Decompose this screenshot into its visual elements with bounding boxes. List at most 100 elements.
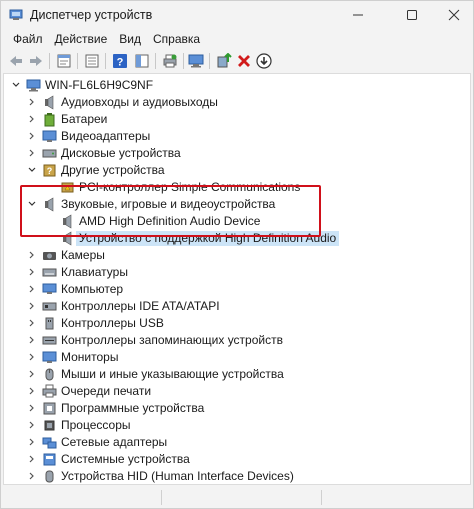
menu-file[interactable]: Файл (7, 32, 49, 46)
toolbar: ? (1, 49, 473, 73)
chevron-right-icon[interactable] (26, 385, 38, 397)
print-icon (163, 54, 177, 68)
menu-action[interactable]: Действие (49, 32, 114, 46)
toolbar-separator (209, 53, 210, 69)
minimize-button[interactable] (335, 1, 381, 29)
properties-button[interactable] (55, 52, 73, 70)
processor-icon (42, 418, 57, 433)
chevron-right-icon[interactable] (26, 130, 38, 142)
tree-item-label: PCI-контроллер Simple Communications (79, 180, 301, 194)
update-driver-button[interactable] (215, 52, 233, 70)
device-tree[interactable]: WIN-FL6L6H9C9NF Аудиовходы и аудиовыходы… (3, 73, 471, 485)
tree-item-audio-io[interactable]: Аудиовходы и аудиовыходы (4, 94, 470, 111)
toolbar-separator (49, 53, 50, 69)
tree-item-label: Контроллеры IDE ATA/ATAPI (61, 299, 220, 313)
tree-item-monitors[interactable]: Мониторы (4, 349, 470, 366)
chevron-right-icon[interactable] (26, 249, 38, 261)
tree-item-usb-controllers[interactable]: Контроллеры USB (4, 315, 470, 332)
chevron-right-icon[interactable] (26, 402, 38, 414)
tree-item-label: Контроллеры USB (61, 316, 164, 330)
tree-item-hd-audio[interactable]: Устройство с поддержкой High Definition … (4, 230, 470, 247)
tree-item-label: Мыши и иные указывающие устройства (61, 367, 284, 381)
tree-item-label: Устройство с поддержкой High Definition … (76, 231, 340, 246)
tree-item-sound-video-game[interactable]: Звуковые, игровые и видеоустройства (4, 196, 470, 213)
chevron-down-icon[interactable] (10, 79, 22, 91)
chevron-down-icon[interactable] (26, 198, 38, 210)
tree-item-hid[interactable]: Устройства HID (Human Interface Devices) (4, 468, 470, 484)
tree-item-system-devices[interactable]: Системные устройства (4, 451, 470, 468)
software-device-icon (42, 401, 57, 416)
menu-help[interactable]: Справка (147, 32, 206, 46)
computer-icon (26, 78, 41, 93)
close-button[interactable] (431, 1, 474, 29)
svg-text:?: ? (47, 166, 53, 176)
tree-item-print-queues[interactable]: Очереди печати (4, 383, 470, 400)
tree-item-network-adapters[interactable]: Сетевые адаптеры (4, 434, 470, 451)
chevron-right-icon[interactable] (26, 113, 38, 125)
chevron-right-icon[interactable] (26, 96, 38, 108)
tree-item-pci-controller[interactable]: PCI-контроллер Simple Communications (4, 179, 470, 196)
tree-item-label: Контроллеры запоминающих устройств (61, 333, 283, 347)
tree-root[interactable]: WIN-FL6L6H9C9NF (4, 77, 470, 94)
tree-item-display-adapters[interactable]: Видеоадаптеры (4, 128, 470, 145)
chevron-right-icon[interactable] (26, 147, 38, 159)
close-icon (448, 9, 460, 21)
scan-hardware-button[interactable] (187, 52, 205, 70)
tree-item-label: Аудиовходы и аудиовыходы (61, 95, 218, 109)
other-devices-icon: ? (42, 163, 57, 178)
system-device-icon (42, 452, 57, 467)
chevron-down-icon[interactable] (26, 164, 38, 176)
tree-item-computer[interactable]: Компьютер (4, 281, 470, 298)
console-button[interactable] (83, 52, 101, 70)
chevron-right-icon[interactable] (26, 453, 38, 465)
menu-bar: Файл Действие Вид Справка (1, 29, 473, 49)
title-bar[interactable]: Диспетчер устройств (1, 1, 473, 29)
toggle-pane-button[interactable] (133, 52, 151, 70)
chevron-right-icon[interactable] (26, 317, 38, 329)
tree-item-storage-controllers[interactable]: Контроллеры запоминающих устройств (4, 332, 470, 349)
back-button[interactable] (7, 52, 25, 70)
tree-item-amd-audio[interactable]: AMD High Definition Audio Device (4, 213, 470, 230)
tree-item-cameras[interactable]: Камеры (4, 247, 470, 264)
mouse-icon (42, 367, 57, 382)
tree-item-keyboards[interactable]: Клавиатуры (4, 264, 470, 281)
tree-item-label: Звуковые, игровые и видеоустройства (61, 197, 276, 211)
chevron-right-icon[interactable] (26, 334, 38, 346)
download-icon (256, 53, 272, 69)
chevron-right-icon[interactable] (26, 470, 38, 482)
uninstall-button[interactable] (235, 52, 253, 70)
uninstall-icon (238, 55, 250, 67)
forward-button[interactable] (27, 52, 45, 70)
chevron-right-icon[interactable] (26, 283, 38, 295)
tree-item-ide-controllers[interactable]: Контроллеры IDE ATA/ATAPI (4, 298, 470, 315)
print-button[interactable] (161, 52, 179, 70)
chevron-right-icon[interactable] (26, 266, 38, 278)
network-adapter-icon (42, 435, 57, 450)
tree-item-mice[interactable]: Мыши и иные указывающие устройства (4, 366, 470, 383)
tree-item-processors[interactable]: Процессоры (4, 417, 470, 434)
tree-item-label: Очереди печати (61, 384, 152, 398)
back-icon (10, 56, 22, 66)
monitor-icon (42, 350, 57, 365)
update-driver-icon (217, 53, 232, 68)
tree-item-label: AMD High Definition Audio Device (79, 214, 261, 228)
help-button[interactable]: ? (111, 52, 129, 70)
tree-item-label: Камеры (61, 248, 105, 262)
chevron-right-icon[interactable] (26, 300, 38, 312)
download-button[interactable] (255, 52, 273, 70)
tree-item-software-devices[interactable]: Программные устройства (4, 400, 470, 417)
chevron-right-icon[interactable] (26, 351, 38, 363)
device-manager-window: Диспетчер устройств Файл Действие Вид Сп… (0, 0, 474, 509)
computer-icon (42, 282, 57, 297)
menu-view[interactable]: Вид (113, 32, 147, 46)
tree-item-disk-drives[interactable]: Дисковые устройства (4, 145, 470, 162)
chevron-right-icon[interactable] (26, 436, 38, 448)
tree-item-other-devices[interactable]: ? Другие устройства (4, 162, 470, 179)
tree-item-label: Батареи (61, 112, 108, 126)
chevron-right-icon[interactable] (26, 419, 38, 431)
tree-item-label: Другие устройства (61, 163, 165, 177)
maximize-button[interactable] (389, 1, 435, 29)
tree-item-batteries[interactable]: Батареи (4, 111, 470, 128)
chevron-right-icon[interactable] (26, 368, 38, 380)
console-icon (85, 54, 99, 68)
